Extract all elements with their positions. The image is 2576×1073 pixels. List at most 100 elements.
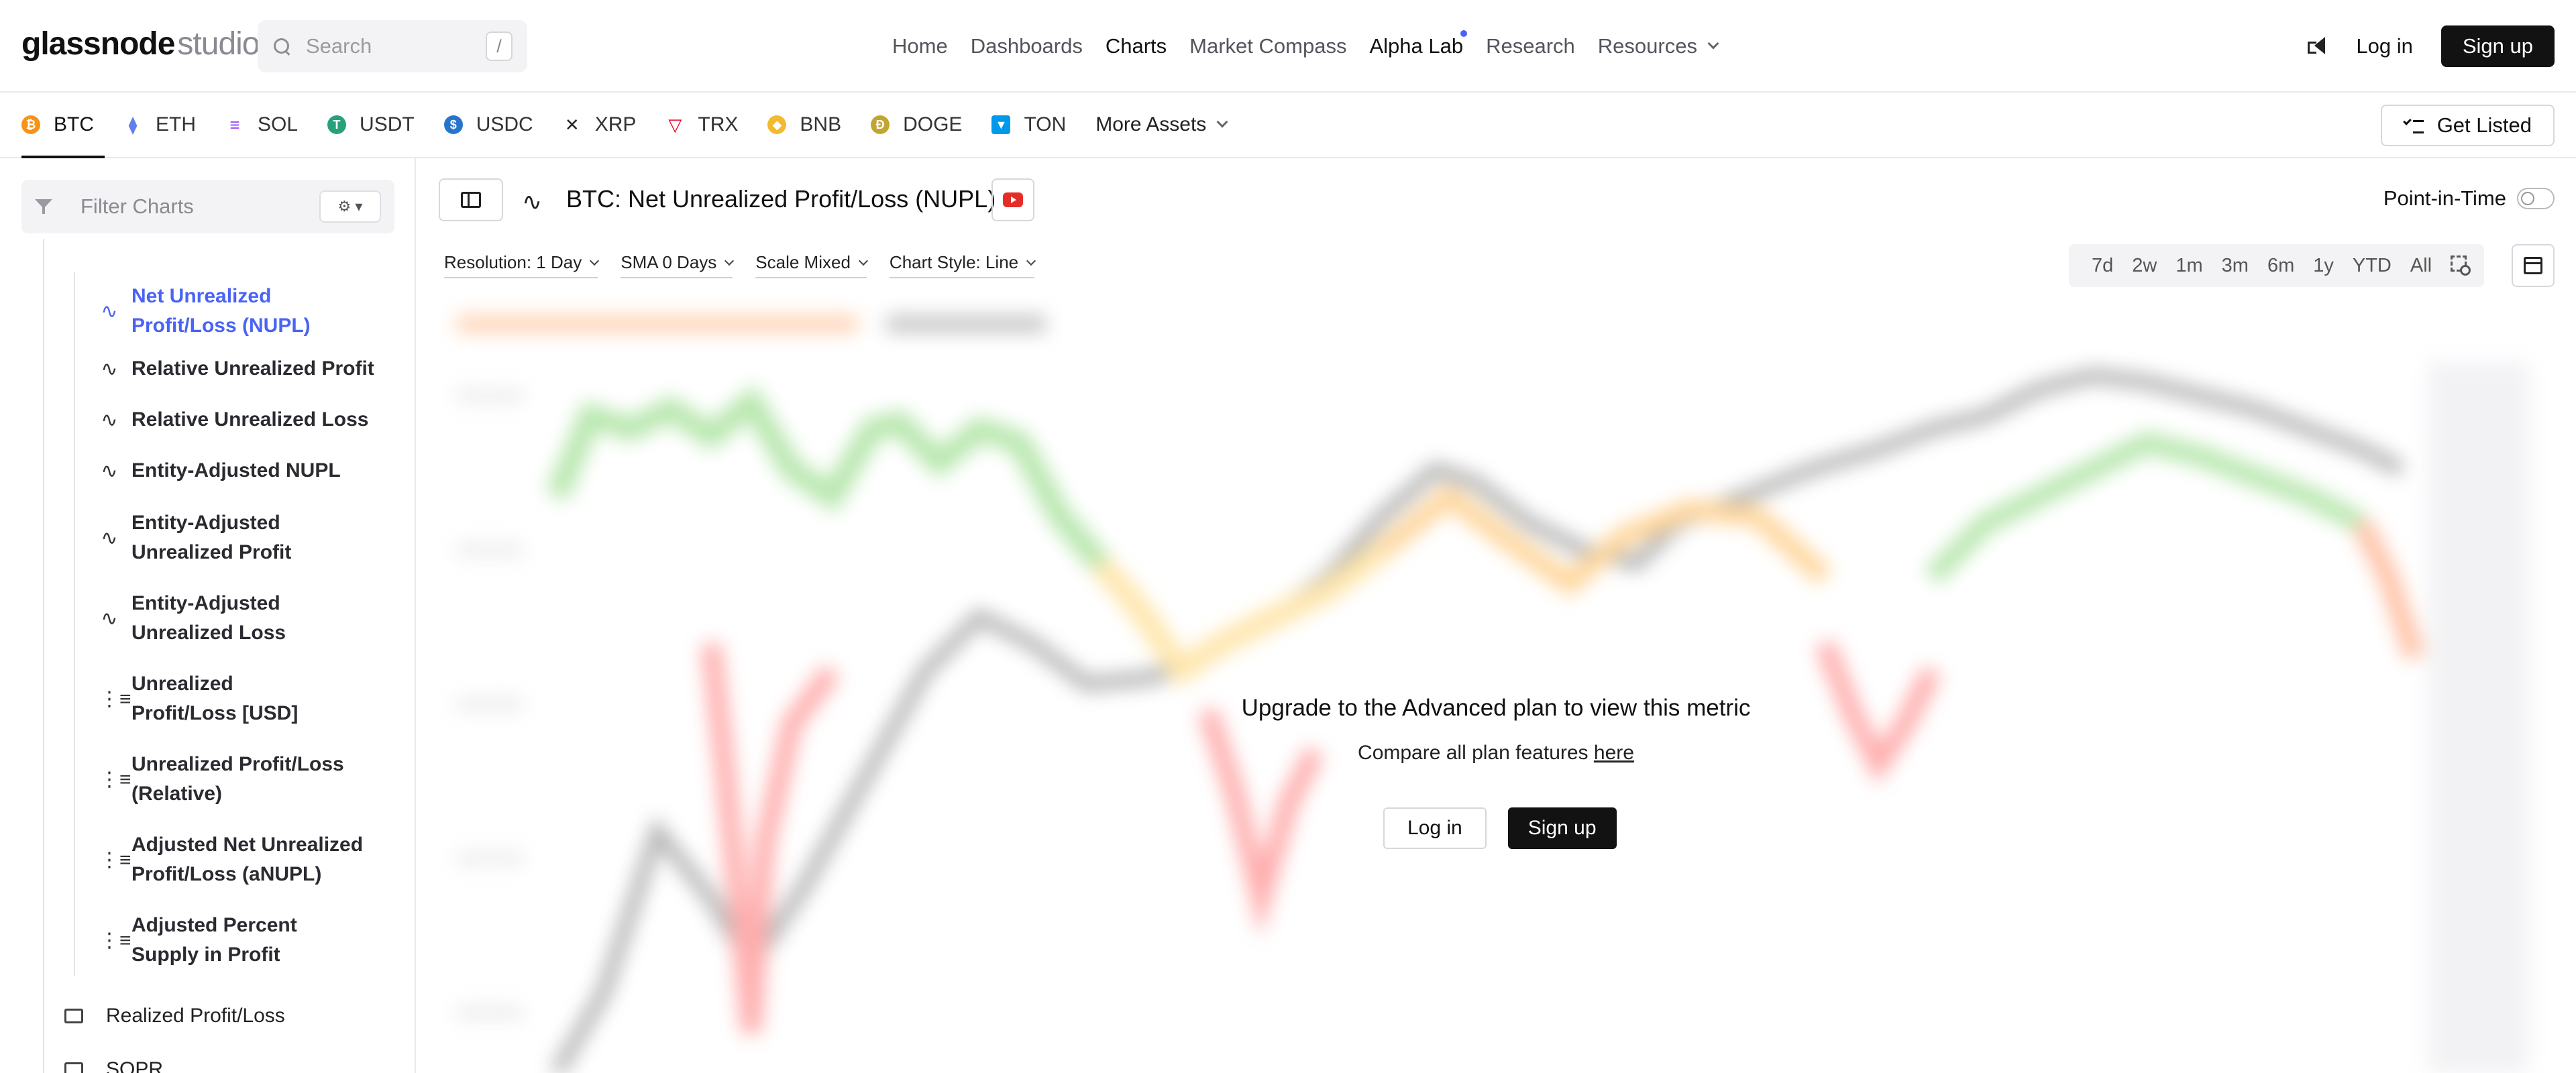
line-chart-icon: ∿ <box>101 607 118 630</box>
folder-realized-profit-loss[interactable]: Realized Profit/Loss <box>64 1005 285 1027</box>
chevron-down-icon <box>590 256 600 266</box>
range-all[interactable]: All <box>2410 255 2432 277</box>
range-6m[interactable]: 6m <box>2267 255 2294 277</box>
filter-placeholder: Filter Charts <box>80 194 194 218</box>
xrp-coin-icon: ✕ <box>562 115 582 135</box>
folder-label: Realized Profit/Loss <box>106 1005 285 1027</box>
sidebar-item-anupl[interactable]: ⋮≡ Adjusted Net Unrealized Profit/Loss (… <box>99 830 381 889</box>
nav-market-compass[interactable]: Market Compass <box>1189 34 1346 58</box>
asset-tab-usdc[interactable]: $ USDC <box>443 93 533 157</box>
chevron-down-icon <box>858 256 868 266</box>
asset-label: USDC <box>476 113 533 135</box>
login-button[interactable]: Log in <box>2356 34 2412 58</box>
sidebar-item-unrealized-profit-loss-usd[interactable]: ⋮≡ Unrealized Profit/Loss [USD] <box>99 669 381 728</box>
line-chart-icon: ∿ <box>101 408 118 431</box>
blurred-axis-shape <box>456 1006 523 1019</box>
nav-resources[interactable]: Resources <box>1598 34 1719 58</box>
get-listed-button[interactable]: Get Listed <box>2380 105 2555 146</box>
sidebar-item-unrealized-profit-loss-relative[interactable]: ⋮≡ Unrealized Profit/Loss (Relative) <box>99 750 381 809</box>
asset-tab-trx[interactable]: ▽ TRX <box>665 93 738 157</box>
blurred-nupl-line <box>546 385 1109 571</box>
chart-style-dropdown[interactable]: Chart Style: Line <box>889 252 1036 278</box>
asset-tab-btc[interactable]: ₿ BTC <box>21 93 105 158</box>
asset-tab-doge[interactable]: Ð DOGE <box>871 93 962 157</box>
range-3m[interactable]: 3m <box>2222 255 2249 277</box>
checklist-icon <box>2404 117 2424 133</box>
upgrade-heading: Upgrade to the Advanced plan to view thi… <box>1241 695 1751 721</box>
toggle-switch[interactable] <box>2517 188 2555 209</box>
sidebar-item-adjusted-percent-supply-in-profit[interactable]: ⋮≡ Adjusted Percent Supply in Profit <box>99 911 381 970</box>
scale-dropdown[interactable]: Scale Mixed <box>755 252 868 278</box>
announcements-icon[interactable] <box>2304 34 2328 58</box>
sidebar-item-label: Net Unrealized Profit/Loss (NUPL) <box>131 285 311 337</box>
chevron-down-icon <box>1026 256 1036 266</box>
range-1y[interactable]: 1y <box>2313 255 2334 277</box>
sidebar-item-nupl[interactable]: ∿ Net Unrealized Profit/Loss (NUPL) <box>99 282 381 341</box>
resolution-dropdown[interactable]: Resolution: 1 Day <box>444 252 600 278</box>
nav-dashboards[interactable]: Dashboards <box>971 34 1083 58</box>
asset-tab-ton[interactable]: ▼ TON <box>991 93 1066 157</box>
filter-options-button[interactable]: ⚙ ▾ <box>319 190 381 223</box>
tree-guide-line <box>74 272 75 976</box>
toggle-sidebar-button[interactable] <box>439 178 503 221</box>
search-placeholder: Search <box>306 34 372 58</box>
range-2w[interactable]: 2w <box>2132 255 2157 277</box>
sidebar-item-label: Relative Unrealized Loss <box>131 408 369 431</box>
folder-label: SOPR <box>106 1058 164 1073</box>
date-picker-button[interactable] <box>2512 244 2555 287</box>
sidebar-panel-icon <box>461 192 481 208</box>
zoom-select-icon[interactable] <box>2451 256 2471 276</box>
sidebar-item-label: Unrealized Profit/Loss [USD] <box>131 673 299 724</box>
asset-label: DOGE <box>903 113 963 135</box>
ton-coin-icon: ▼ <box>991 115 1011 134</box>
youtube-video-button[interactable] <box>991 178 1034 221</box>
top-navbar: glassnode studio Search / Home Dashboard… <box>0 0 2576 93</box>
folder-icon <box>64 1009 83 1023</box>
sidebar-item-entity-adjusted-nupl[interactable]: ∿ Entity-Adjusted NUPL <box>99 456 381 486</box>
sidebar-item-relative-unrealized-loss[interactable]: ∿ Relative Unrealized Loss <box>99 405 381 435</box>
range-1m[interactable]: 1m <box>2176 255 2202 277</box>
time-range-selector: 7d 2w 1m 3m 6m 1y YTD All <box>2069 244 2485 287</box>
asset-label: XRP <box>594 113 637 135</box>
point-in-time-toggle[interactable]: Point-in-Time <box>2383 186 2555 211</box>
youtube-icon <box>1003 192 1023 207</box>
folder-sopr[interactable]: SOPR <box>64 1058 163 1073</box>
glassnode-logo[interactable]: glassnode studio <box>21 25 260 62</box>
asset-tab-xrp[interactable]: ✕ XRP <box>562 93 637 157</box>
control-label: Resolution: 1 Day <box>444 252 582 272</box>
asset-label: SOL <box>258 113 299 135</box>
sidebar-item-entity-adjusted-unrealized-loss[interactable]: ∿ Entity-Adjusted Unrealized Loss <box>99 589 381 648</box>
upgrade-login-button[interactable]: Log in <box>1383 807 1487 849</box>
nav-charts[interactable]: Charts <box>1106 34 1167 58</box>
nav-research[interactable]: Research <box>1486 34 1575 58</box>
asset-label: BTC <box>54 113 94 135</box>
asset-tab-sol[interactable]: ≡ SOL <box>225 93 298 157</box>
compare-plans-text: Compare all plan features here <box>1114 742 1878 765</box>
asset-tab-bnb[interactable]: ◆ BNB <box>767 93 841 157</box>
doge-coin-icon: Ð <box>871 115 890 134</box>
signup-button[interactable]: Sign up <box>2440 25 2555 67</box>
range-ytd[interactable]: YTD <box>2353 255 2392 277</box>
filter-charts-input[interactable]: Filter Charts ⚙ ▾ <box>21 180 394 233</box>
nav-alpha-lab[interactable]: Alpha Lab <box>1369 30 1468 58</box>
sidebar-item-entity-adjusted-unrealized-profit[interactable]: ∿ Entity-Adjusted Unrealized Profit <box>99 508 381 567</box>
sidebar-item-relative-unrealized-profit[interactable]: ∿ Relative Unrealized Profit <box>99 354 381 384</box>
line-chart-icon: ∿ <box>101 357 118 380</box>
more-assets-label: More Assets <box>1095 113 1207 135</box>
blurred-axis-shape <box>2428 362 2529 1073</box>
upgrade-signup-button[interactable]: Sign up <box>1507 807 1617 849</box>
asset-tab-eth[interactable]: ⧫ ETH <box>123 93 196 157</box>
blurred-axis-shape <box>456 543 523 557</box>
multi-chart-icon: ⋮≡ <box>99 848 131 871</box>
get-listed-label: Get Listed <box>2436 113 2532 137</box>
nav-home[interactable]: Home <box>892 34 948 58</box>
bnb-coin-icon: ◆ <box>767 115 787 134</box>
more-assets-dropdown[interactable]: More Assets <box>1095 113 1228 136</box>
range-7d[interactable]: 7d <box>2092 255 2113 277</box>
nav-alpha-lab-label: Alpha Lab <box>1369 34 1464 58</box>
chevron-down-icon <box>1216 116 1228 128</box>
compare-plans-link[interactable]: here <box>1594 742 1634 764</box>
sma-dropdown[interactable]: SMA 0 Days <box>621 252 735 278</box>
search-box[interactable]: Search / <box>258 20 527 72</box>
asset-tab-usdt[interactable]: T USDT <box>327 93 415 157</box>
